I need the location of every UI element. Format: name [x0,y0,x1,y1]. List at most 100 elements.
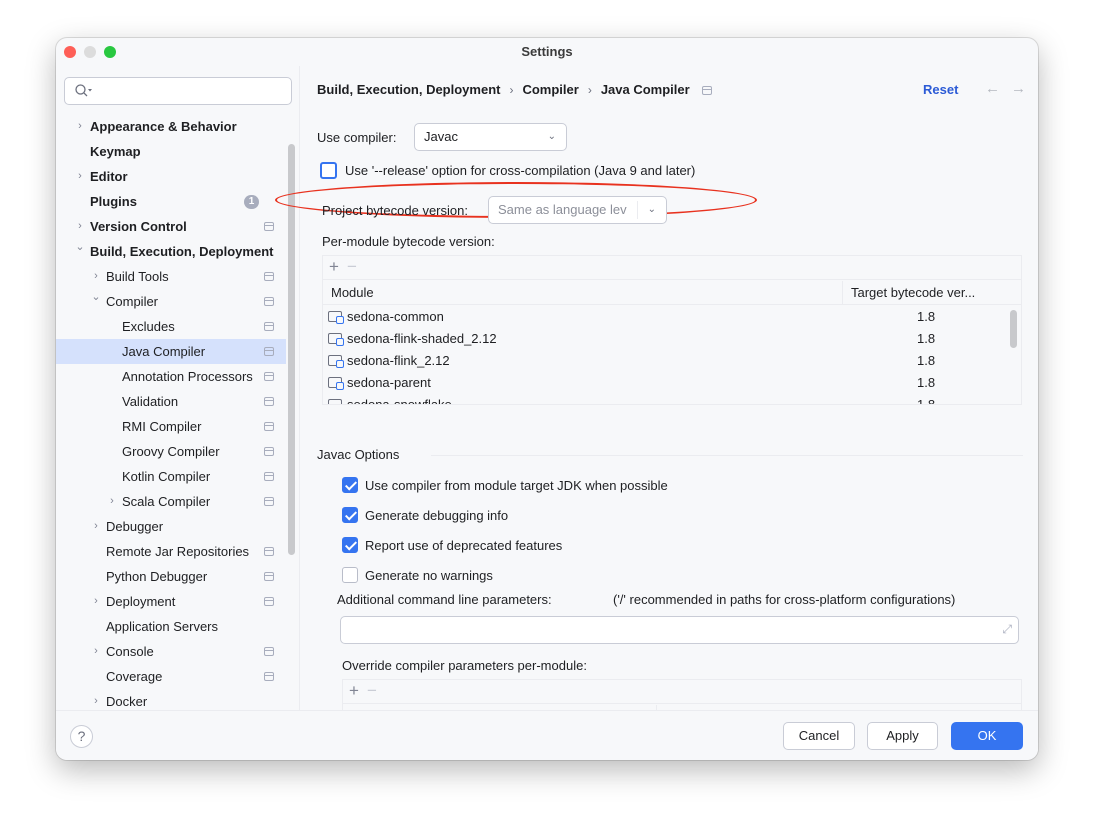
sidebar-item[interactable]: Keymap [56,139,286,164]
sidebar-item[interactable]: Java Compiler [56,339,286,364]
chevron-right-icon[interactable]: › [90,514,102,539]
project-scope-icon [264,472,274,481]
sidebar-item[interactable]: › Debugger [56,514,286,539]
settings-tree: › Appearance & Behavior Keymap › Editor Plugi… [56,114,286,714]
apply-button[interactable]: Apply [867,722,938,750]
cancel-button[interactable]: Cancel [783,722,855,750]
table-row[interactable]: sedona-common 1.8 [323,306,1009,328]
sidebar-item-label: Console [106,644,154,659]
javac-option-checkbox[interactable] [342,477,358,493]
table-row[interactable]: sedona-parent 1.8 [323,372,1009,394]
sidebar-item-label: Java Compiler [122,344,206,359]
sidebar-item[interactable]: RMI Compiler [56,414,286,439]
bytecode-table: + − Module Target bytecode ver... sedona-… [322,255,1022,405]
compiler-select[interactable]: Javac ⌄ [414,123,567,151]
project-scope-icon [264,272,274,281]
forward-arrow-icon[interactable]: → [1011,80,1026,97]
back-arrow-icon[interactable]: ← [985,80,1000,97]
sidebar-item[interactable]: Remote Jar Repositories [56,539,286,564]
add-icon[interactable]: + [329,257,339,276]
ok-button[interactable]: OK [951,722,1023,750]
target-bytecode-version: 1.8 [917,375,936,390]
chevron-down-icon[interactable]: ⌄ [74,235,86,260]
settings-search-input[interactable] [64,77,292,105]
chevron-down-icon: ⌄ [547,131,556,142]
module-folder-icon [328,377,344,390]
remove-icon[interactable]: − [347,257,357,276]
chevron-down-icon[interactable]: ⌄ [90,285,102,310]
target-bytecode-version: 1.8 [917,353,936,368]
project-scope-icon [264,297,274,306]
module-folder-icon [328,311,344,324]
sidebar-item[interactable]: Python Debugger [56,564,286,589]
sidebar-item[interactable]: › Console [56,639,286,664]
compiler-select-value: Javac [424,129,458,144]
javac-option-checkbox[interactable] [342,507,358,523]
breadcrumb-item: Java Compiler [600,82,690,97]
sidebar-item[interactable]: ⌄ Compiler [56,289,286,314]
chevron-right-icon[interactable]: › [106,489,118,514]
override-params-label: Override compiler parameters per-module: [342,658,587,673]
release-option-checkbox[interactable] [320,162,337,179]
table-toolbar: + − [343,680,1021,704]
add-icon[interactable]: + [349,681,359,700]
sidebar-item[interactable]: › Version Control [56,214,286,239]
sidebar-item-label: Kotlin Compiler [122,469,211,484]
table-scrollbar[interactable] [1010,310,1017,348]
project-scope-icon [264,647,274,656]
expand-icon[interactable]: ⤢ [1002,622,1012,637]
sidebar-item[interactable]: Application Servers [56,614,286,639]
sidebar-item-label: Plugins [90,194,137,209]
sidebar-item[interactable]: › Editor [56,164,286,189]
module-name: sedona-common [347,309,444,324]
sidebar-item[interactable]: › Deployment [56,589,286,614]
sidebar-item[interactable]: Groovy Compiler [56,439,286,464]
javac-options-title: Javac Options [317,447,400,462]
chevron-right-icon[interactable]: › [90,639,102,664]
project-bytecode-value: Same as language lev [498,202,627,217]
target-bytecode-version: 1.8 [917,309,936,324]
sidebar-item[interactable]: Excludes [56,314,286,339]
sidebar-item[interactable]: Plugins 1 [56,189,286,214]
javac-option-checkbox[interactable] [342,537,358,553]
help-button[interactable]: ? [70,725,93,748]
sidebar-item-label: Application Servers [106,619,218,634]
project-scope-icon [264,447,274,456]
column-header-target-bytecode[interactable]: Target bytecode ver... [842,281,975,305]
additional-params-hint: ('/' recommended in paths for cross-plat… [613,592,956,607]
window-title: Settings [521,44,573,59]
sidebar-item[interactable]: ⌄ Build, Execution, Deployment [56,239,286,264]
sidebar-item-label: Build, Execution, Deployment [90,244,274,259]
chevron-right-icon[interactable]: › [90,589,102,614]
sidebar-item[interactable]: Kotlin Compiler [56,464,286,489]
project-bytecode-select[interactable]: Same as language lev ⌄ [488,196,667,224]
sidebar-item[interactable]: Validation [56,389,286,414]
breadcrumb-item[interactable]: Build, Execution, Deployment [317,82,500,97]
remove-icon[interactable]: − [367,681,377,700]
chevron-right-icon[interactable]: › [74,114,86,139]
dialog-footer: ? Cancel Apply OK [56,710,1038,760]
reset-link[interactable]: Reset [923,82,958,97]
table-row[interactable]: sedona-snowflake 1.8 [323,394,1009,404]
breadcrumb-item[interactable]: Compiler [522,82,578,97]
chevron-right-icon[interactable]: › [74,164,86,189]
target-bytecode-version: 1.8 [917,394,935,404]
sidebar-item-label: Remote Jar Repositories [106,544,250,559]
sidebar-item[interactable]: › Appearance & Behavior [56,114,286,139]
title-bar: Settings [56,38,1038,66]
sidebar-item-label: Keymap [90,144,141,159]
sidebar-item[interactable]: Annotation Processors [56,364,286,389]
column-header-module[interactable]: Module [323,281,374,305]
sidebar-item[interactable]: Coverage [56,664,286,689]
project-scope-icon [264,347,274,356]
sidebar-item[interactable]: › Scala Compiler [56,489,286,514]
update-count-badge: 1 [244,195,259,209]
breadcrumb-separator: › [587,83,592,97]
project-scope-icon [264,422,274,431]
table-row[interactable]: sedona-flink-shaded_2.12 1.8 [323,328,1009,350]
project-scope-icon [264,397,274,406]
additional-params-input[interactable]: ⤢ [340,616,1019,644]
sidebar-item-label: Appearance & Behavior [90,119,237,134]
table-row[interactable]: sedona-flink_2.12 1.8 [323,350,1009,372]
javac-option-checkbox[interactable] [342,567,358,583]
